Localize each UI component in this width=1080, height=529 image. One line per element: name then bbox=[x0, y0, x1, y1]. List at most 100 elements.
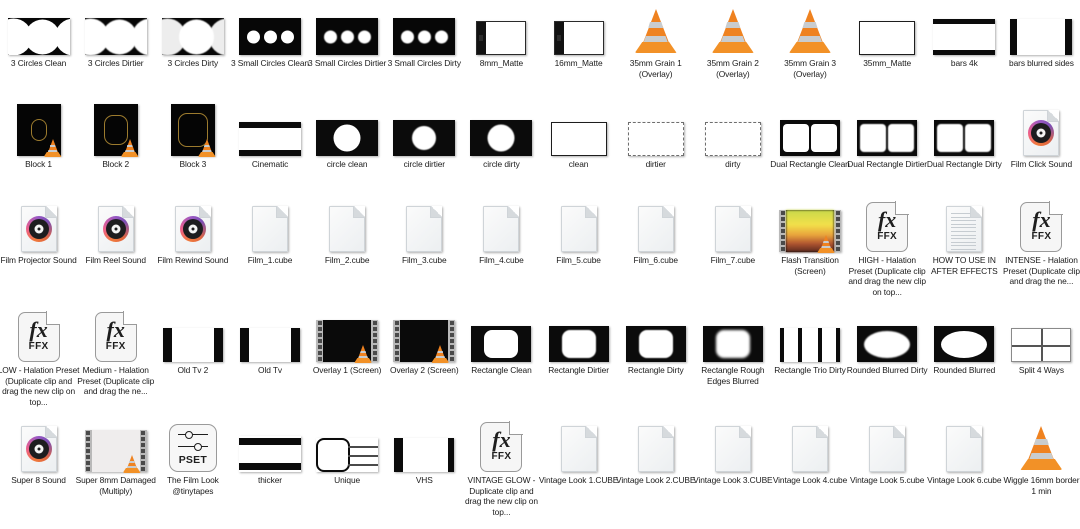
matte-3-circles-clean bbox=[1, 3, 77, 55]
file-item[interactable]: Unique bbox=[309, 420, 385, 486]
file-item[interactable]: Old Tv bbox=[232, 310, 308, 376]
file-item[interactable]: Film_5.cube bbox=[541, 200, 617, 266]
file-item[interactable]: clean bbox=[541, 104, 617, 170]
vlc-cone-icon bbox=[695, 3, 771, 55]
file-item[interactable]: Film Reel Sound bbox=[78, 200, 154, 266]
file-item[interactable]: Film_6.cube bbox=[618, 200, 694, 266]
file-item-label: 3 Circles Dirty bbox=[167, 58, 219, 68]
generic-file-icon bbox=[695, 420, 771, 472]
file-item[interactable]: Film_3.cube bbox=[386, 200, 462, 266]
matte-rounded-blurred-dirty bbox=[849, 310, 925, 362]
file-item[interactable]: Block 3 bbox=[155, 104, 231, 170]
file-item[interactable]: 3 Circles Dirty bbox=[155, 3, 231, 69]
matte-3-small-circles-clean bbox=[232, 3, 308, 55]
file-item[interactable]: Dual Rectangle Clean bbox=[770, 104, 850, 170]
file-item[interactable]: fx FFX Medium - Halation Preset (Duplicate… bbox=[77, 310, 154, 397]
file-item[interactable]: Film Projector Sound bbox=[0, 200, 77, 266]
video-filmstrip-light bbox=[78, 420, 154, 473]
file-item[interactable]: fx FFX HIGH - Halation Preset (Duplicate c… bbox=[848, 200, 926, 297]
file-item[interactable]: Film_7.cube bbox=[695, 200, 771, 266]
file-item[interactable]: 3 Small Circles Clean bbox=[231, 3, 309, 69]
file-item-label: circle clean bbox=[326, 159, 368, 169]
file-item[interactable]: Rectangle Rough Edges Blurred bbox=[695, 310, 771, 386]
file-item[interactable]: bars 4k bbox=[926, 3, 1002, 69]
file-item[interactable]: 35mm Grain 2 (Overlay) bbox=[695, 3, 771, 79]
file-item[interactable]: thicker bbox=[232, 420, 308, 486]
file-item[interactable]: Rounded Blurred Dirty bbox=[847, 310, 928, 376]
generic-file-icon bbox=[695, 200, 771, 252]
generic-file-icon bbox=[463, 200, 539, 252]
file-item[interactable]: Overlay 1 (Screen) bbox=[309, 310, 385, 376]
file-item[interactable]: fx FFX INTENSE - Halation Preset (Duplicat… bbox=[1003, 200, 1080, 287]
matte-clean bbox=[541, 104, 617, 156]
file-item-label: Film_2.cube bbox=[324, 255, 370, 265]
matte-16mm bbox=[541, 3, 617, 55]
ffx-preset-icon: fx FFX bbox=[849, 200, 925, 252]
file-item[interactable]: Film Click Sound bbox=[1003, 104, 1079, 170]
file-item[interactable]: Vintage Look 5.cube bbox=[849, 420, 925, 486]
file-item[interactable]: Film_2.cube bbox=[309, 200, 385, 266]
file-item[interactable]: circle clean bbox=[309, 104, 385, 170]
file-item[interactable]: Rectangle Dirtier bbox=[541, 310, 617, 376]
file-item[interactable]: 35mm Grain 3 (Overlay) bbox=[772, 3, 848, 79]
file-item[interactable]: fx FFX LOW - Halation Preset (Duplicate cl… bbox=[0, 310, 80, 407]
file-item[interactable]: 16mm_Matte bbox=[541, 3, 617, 69]
file-item[interactable]: Vintage Look 4.cube bbox=[772, 420, 848, 486]
file-item[interactable]: Flash Transition (Screen) bbox=[772, 200, 848, 276]
file-item[interactable]: Vintage Look 6.cube bbox=[926, 420, 1002, 486]
file-item[interactable]: 3 Small Circles Dirty bbox=[386, 3, 462, 69]
ffx-preset-icon: fx FFX bbox=[1, 310, 77, 362]
file-item[interactable]: Vintage Look 1.CUBE bbox=[539, 420, 618, 486]
matte-thicker bbox=[232, 420, 308, 472]
file-item[interactable]: 3 Circles Dirtier bbox=[78, 3, 154, 69]
file-item[interactable]: Rectangle Dirty bbox=[618, 310, 694, 376]
file-item[interactable]: Film_4.cube bbox=[463, 200, 539, 266]
file-item[interactable]: Overlay 2 (Screen) bbox=[386, 310, 462, 376]
file-item[interactable]: Film Rewind Sound bbox=[155, 200, 231, 266]
file-item[interactable]: HOW TO USE IN AFTER EFFECTS bbox=[926, 200, 1002, 276]
file-item[interactable]: circle dirty bbox=[463, 104, 539, 170]
file-item-label: The Film Look @tinytapes bbox=[166, 475, 219, 496]
matte-3-circles-dirty bbox=[155, 3, 231, 55]
file-item[interactable]: Cinematic bbox=[232, 104, 308, 170]
matte-rectangle-clean bbox=[463, 310, 539, 362]
file-item[interactable]: Wiggle 16mm border 1 min bbox=[1003, 420, 1079, 496]
file-item[interactable]: Block 2 bbox=[78, 104, 154, 170]
file-item[interactable]: Vintage Look 2.CUBE bbox=[616, 420, 696, 486]
file-item-label: 3 Small Circles Dirty bbox=[387, 58, 461, 68]
file-item[interactable]: Block 1 bbox=[1, 104, 77, 170]
file-item[interactable]: Super 8 Sound bbox=[1, 420, 77, 486]
file-item[interactable]: Vintage Look 3.CUBE bbox=[693, 420, 773, 486]
file-item[interactable]: 35mm Grain 1 (Overlay) bbox=[618, 3, 694, 79]
file-item-label: Film Reel Sound bbox=[85, 255, 146, 265]
file-item[interactable]: fx FFX VINTAGE GLOW - Duplicate clip and d… bbox=[463, 420, 539, 517]
file-item[interactable]: Rounded Blurred bbox=[926, 310, 1002, 376]
file-item[interactable]: 8mm_Matte bbox=[463, 3, 539, 69]
file-item[interactable]: Rectangle Trio Dirty bbox=[772, 310, 848, 376]
file-item[interactable]: Super 8mm Damaged (Multiply) bbox=[76, 420, 156, 496]
matte-rectangle-trio-dirty bbox=[772, 310, 848, 362]
file-item-label: LOW - Halation Preset (Duplicate clip an… bbox=[0, 365, 80, 407]
file-item[interactable]: 35mm_Matte bbox=[849, 3, 925, 69]
file-item[interactable]: Rectangle Clean bbox=[463, 310, 539, 376]
file-item-label: Old Tv bbox=[258, 365, 282, 375]
file-item[interactable]: 3 Circles Clean bbox=[1, 3, 77, 69]
file-item[interactable]: VHS bbox=[386, 420, 462, 486]
file-item[interactable]: Dual Rectangle Dirty bbox=[926, 104, 1002, 170]
file-item-label: Rectangle Clean bbox=[471, 365, 532, 375]
matte-vhs bbox=[386, 420, 462, 472]
file-item[interactable]: dirtier bbox=[618, 104, 694, 170]
file-item[interactable]: Old Tv 2 bbox=[155, 310, 231, 376]
generic-file-icon bbox=[541, 420, 617, 472]
vlc-cone-icon bbox=[772, 3, 848, 55]
audio-file-icon bbox=[1, 200, 77, 252]
file-item[interactable]: Dual Rectangle Dirtier bbox=[847, 104, 927, 170]
file-item[interactable]: 3 Small Circles Dirtier bbox=[308, 3, 386, 69]
file-item[interactable]: bars blurred sides bbox=[1003, 3, 1079, 69]
file-item[interactable]: dirty bbox=[695, 104, 771, 170]
file-item[interactable]: Film_1.cube bbox=[232, 200, 308, 266]
file-item[interactable]: circle dirtier bbox=[386, 104, 462, 170]
video-thumb-block-3 bbox=[155, 104, 231, 157]
file-item[interactable]: PSET The Film Look @tinytapes bbox=[155, 420, 231, 496]
file-item[interactable]: Split 4 Ways bbox=[1003, 310, 1079, 376]
